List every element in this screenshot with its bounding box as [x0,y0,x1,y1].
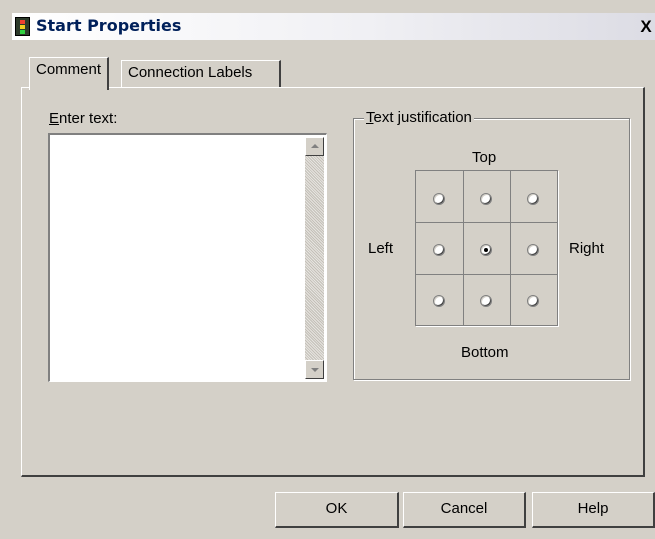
traffic-light-icon [15,17,30,36]
radio-bottom-right[interactable] [527,295,539,307]
radio-middle-left[interactable] [433,244,445,256]
right-label: Right [569,240,605,257]
radio-top-left[interactable] [433,193,445,205]
radio-top-right[interactable] [527,193,539,205]
arrow-down-icon [311,368,319,372]
vertical-scrollbar[interactable] [305,137,324,379]
window-title: Start Properties [36,16,182,35]
enter-text-label: Enter text: [49,110,118,127]
tab-comment[interactable]: Comment [29,57,110,90]
close-button[interactable]: X [637,16,655,37]
ok-button[interactable]: OK [275,492,399,528]
radio-bottom-center[interactable] [480,295,492,307]
scroll-up-button[interactable] [305,137,324,156]
bottom-label: Bottom [461,344,509,361]
cancel-button[interactable]: Cancel [403,492,526,528]
left-label: Left [368,240,394,257]
comment-textarea[interactable] [48,133,327,382]
arrow-up-icon [311,144,319,148]
radio-middle-right[interactable] [527,244,539,256]
start-properties-dialog: Start Properties X Comment Connection La… [0,0,655,539]
radio-top-center[interactable] [480,193,492,205]
scroll-down-button[interactable] [305,360,324,379]
justification-grid [415,170,558,326]
radio-middle-center[interactable] [480,244,492,256]
radio-bottom-left[interactable] [433,295,445,307]
help-button[interactable]: Help [532,492,655,528]
text-justification-label: Text justification [364,109,474,126]
tab-connection-labels[interactable]: Connection Labels [121,60,281,88]
top-label: Top [472,149,497,166]
title-bar[interactable]: Start Properties X [12,13,655,40]
